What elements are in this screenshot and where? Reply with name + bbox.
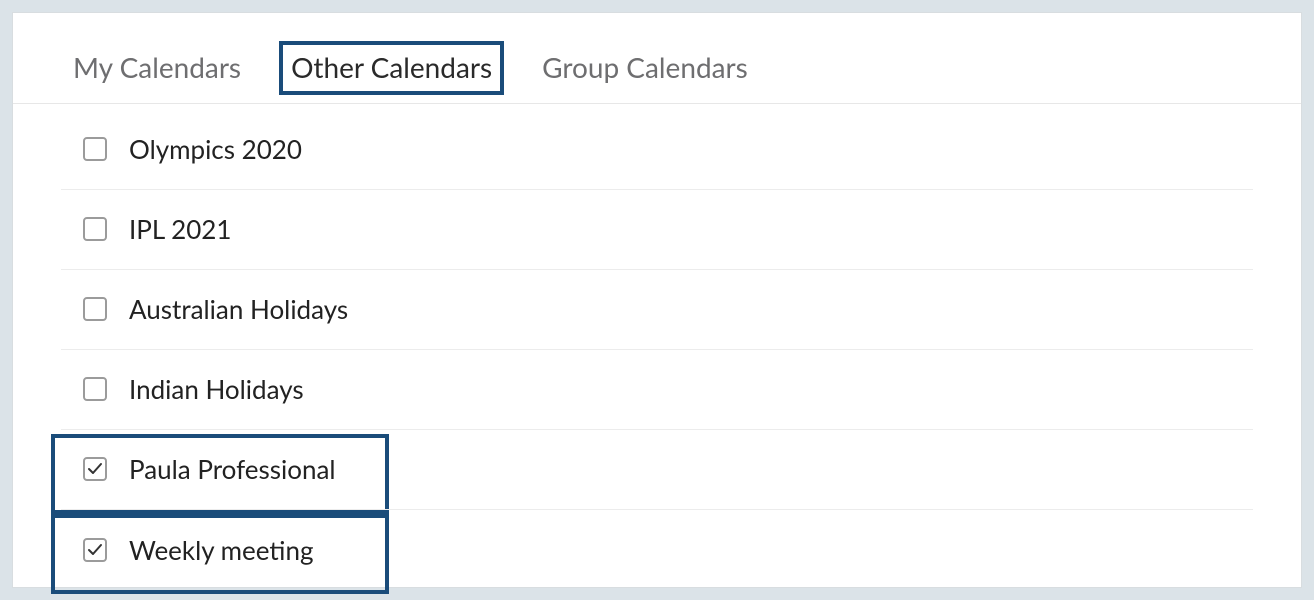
calendar-label: Australian Holidays: [129, 293, 348, 325]
calendar-row[interactable]: Olympics 2020: [61, 110, 1253, 190]
calendar-row[interactable]: Australian Holidays: [61, 270, 1253, 350]
list-item: Indian Holidays: [13, 350, 1301, 430]
calendar-row[interactable]: Indian Holidays: [61, 350, 1253, 430]
checkbox[interactable]: [83, 457, 107, 481]
calendar-row[interactable]: Weekly meeting: [61, 510, 1253, 590]
check-icon: [87, 542, 103, 558]
tab-group-calendars[interactable]: Group Calendars: [534, 45, 756, 91]
calendar-row[interactable]: IPL 2021: [61, 190, 1253, 270]
list-item: Paula Professional: [13, 430, 1301, 510]
calendar-label: Indian Holidays: [129, 373, 304, 405]
calendar-list: Olympics 2020 IPL 2021 Australian Holida…: [13, 104, 1301, 590]
list-item: Weekly meeting: [13, 510, 1301, 590]
calendar-tabs: My Calendars Other Calendars Group Calen…: [13, 41, 1301, 104]
list-item: Australian Holidays: [13, 270, 1301, 350]
list-item: IPL 2021: [13, 190, 1301, 270]
calendar-label: Olympics 2020: [129, 133, 302, 165]
checkbox[interactable]: [83, 297, 107, 321]
checkbox[interactable]: [83, 137, 107, 161]
calendar-label: Weekly meeting: [129, 534, 313, 566]
tab-other-calendars[interactable]: Other Calendars: [279, 41, 504, 95]
tab-label: My Calendars: [73, 50, 241, 84]
checkbox[interactable]: [83, 538, 107, 562]
check-icon: [87, 461, 103, 477]
calendar-label: Paula Professional: [129, 453, 336, 485]
calendar-settings-panel: My Calendars Other Calendars Group Calen…: [12, 12, 1302, 588]
checkbox[interactable]: [83, 217, 107, 241]
calendar-row[interactable]: Paula Professional: [61, 430, 1253, 510]
tab-label: Group Calendars: [542, 50, 748, 84]
checkbox[interactable]: [83, 377, 107, 401]
tab-label: Other Calendars: [291, 50, 492, 84]
tab-my-calendars[interactable]: My Calendars: [65, 45, 249, 91]
list-item: Olympics 2020: [13, 110, 1301, 190]
calendar-label: IPL 2021: [129, 213, 231, 245]
